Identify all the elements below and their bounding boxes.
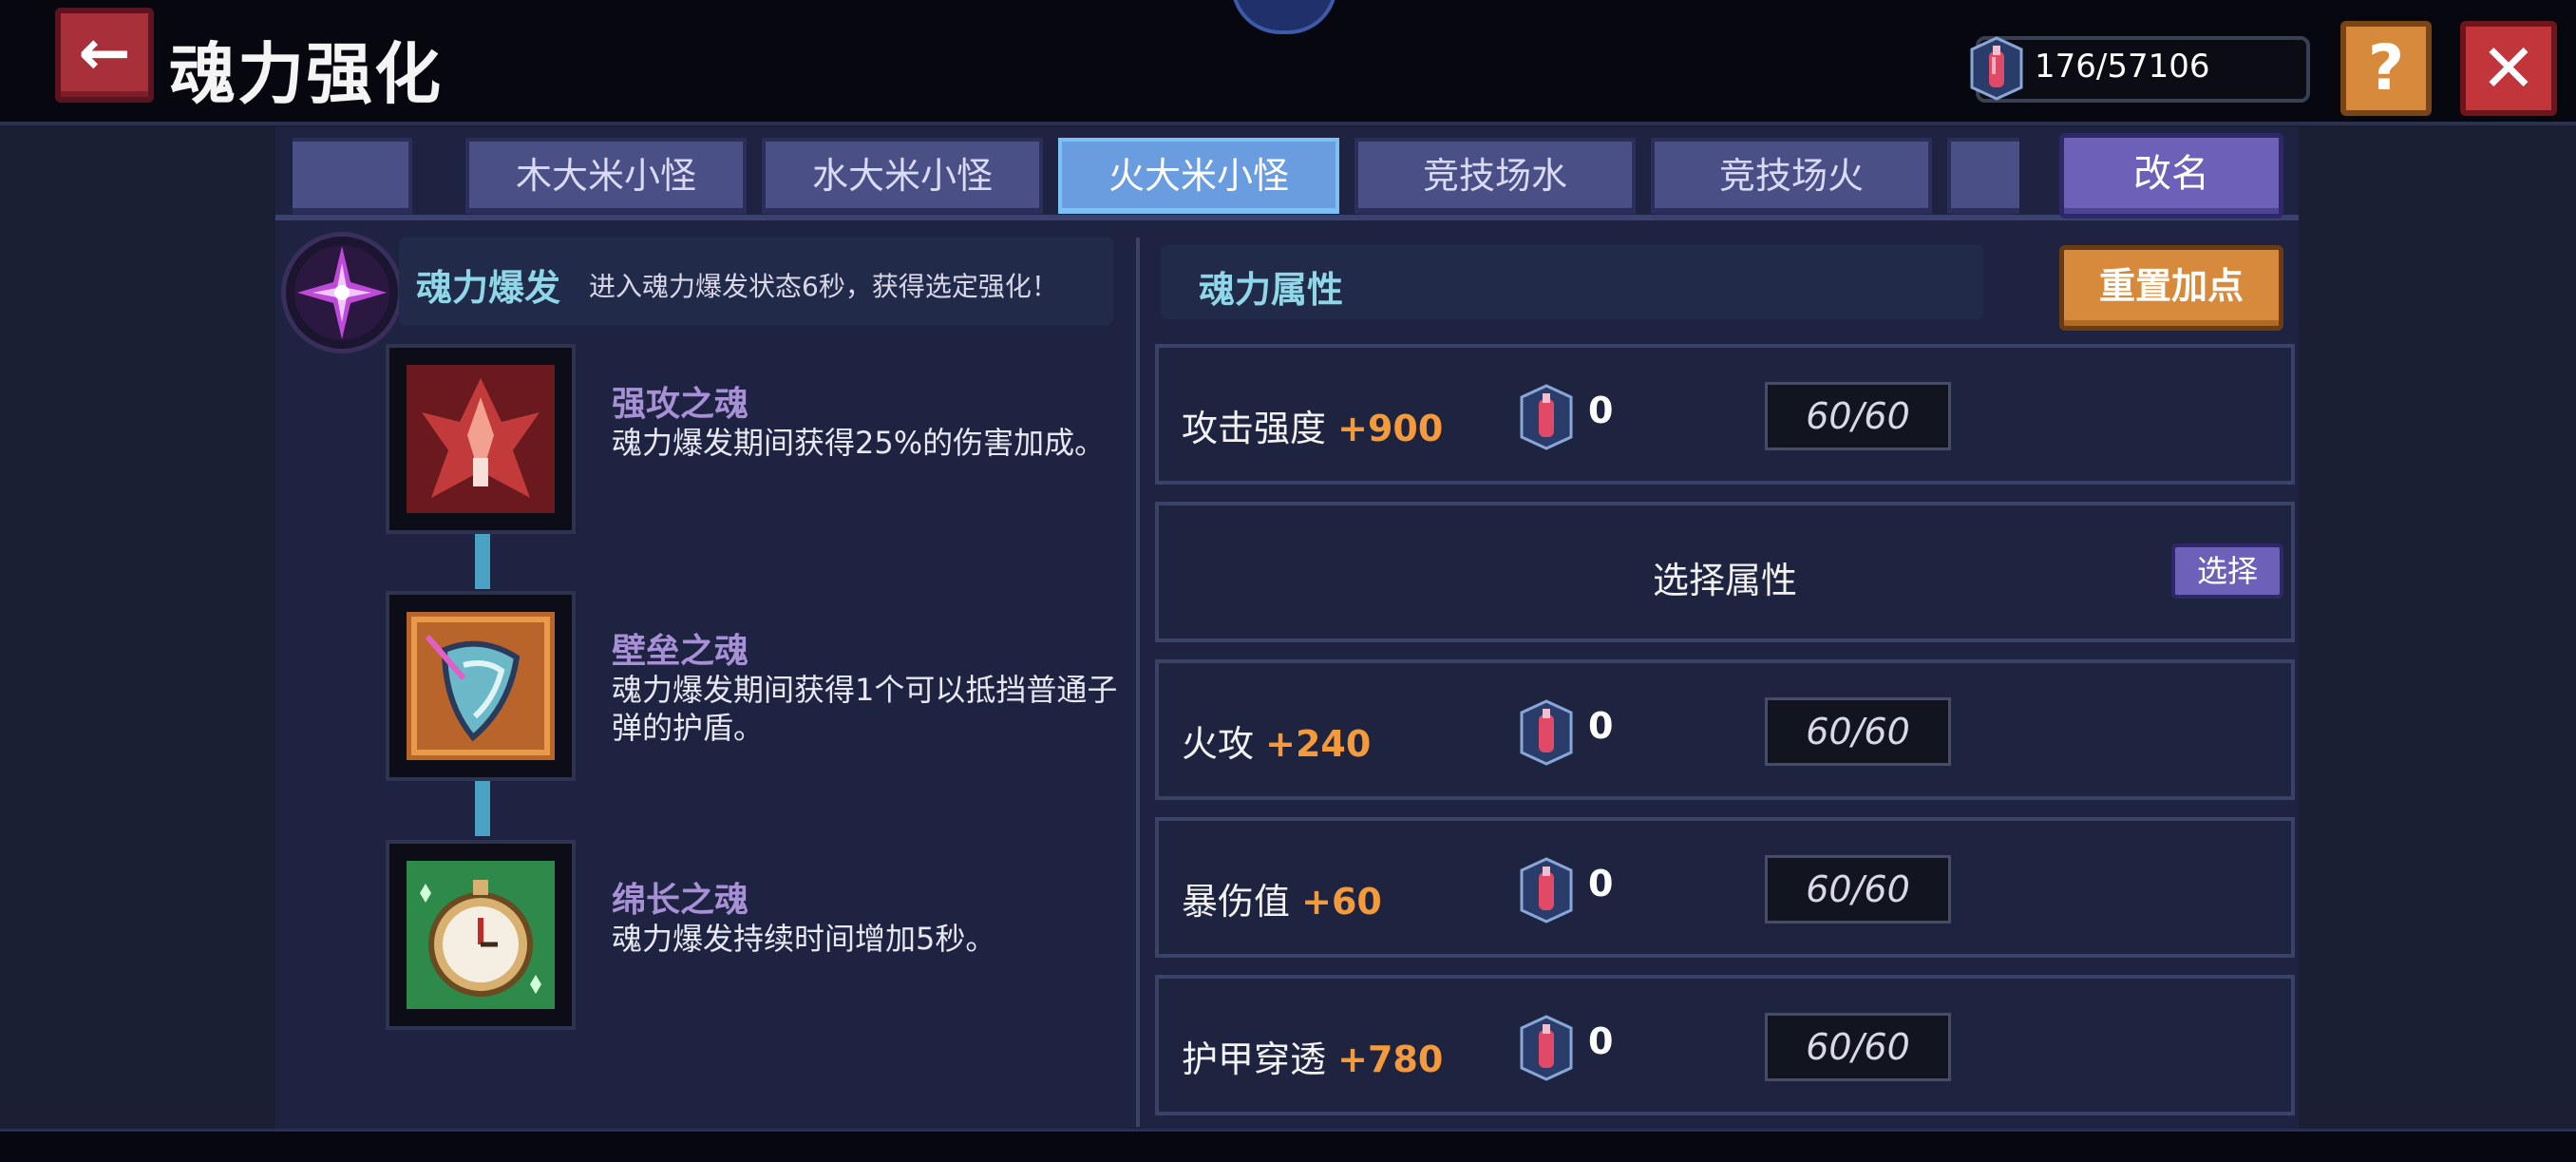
tab-arena-water[interactable]: 竞技场水	[1354, 138, 1636, 214]
skill-description: 魂力爆发持续时间增加5秒。	[612, 921, 996, 957]
attribute-cap: 60/60	[1765, 697, 1951, 766]
attribute-bonus: +900	[1337, 408, 1444, 449]
back-button[interactable]: ←	[55, 8, 154, 103]
close-icon: ✕	[2480, 29, 2537, 107]
attribute-name: 暴伤值 +60	[1182, 881, 1382, 923]
close-button[interactable]: ✕	[2460, 21, 2557, 116]
attribute-bonus: +60	[1301, 881, 1382, 923]
attribute-name: 火攻 +240	[1182, 723, 1372, 765]
tab-loadout-3[interactable]: 3	[293, 138, 412, 214]
loadout-tabs: 3 木大米小怪 水大米小怪 火大米小怪 竞技场水 竞技场火	[293, 138, 2019, 219]
shield-soul-icon	[407, 612, 555, 760]
tab-arena-fire[interactable]: 竞技场火	[1651, 138, 1932, 214]
soul-burst-title: 魂力爆发	[416, 267, 561, 309]
soul-crystal-icon[interactable]	[1518, 857, 1575, 924]
tab-water-minion[interactable]: 水大米小怪	[762, 138, 1043, 214]
attribute-name: 护甲穿透 +780	[1182, 1038, 1444, 1080]
attribute-row-fire-attack: 火攻 +240 0 60/60	[1155, 659, 2295, 800]
attribute-cap: 60/60	[1765, 1013, 1951, 1081]
attribute-row-attack: 攻击强度 +900 0 60/60	[1155, 344, 2295, 485]
attribute-cap: 60/60	[1765, 382, 1951, 450]
soul-crystal-icon[interactable]	[1518, 1015, 1575, 1081]
attribute-row-armor-pen: 护甲穿透 +780 0 60/60	[1155, 975, 2295, 1115]
soul-crystal-icon[interactable]	[1518, 384, 1575, 450]
question-icon: ?	[2367, 31, 2405, 105]
attribute-bonus: +240	[1265, 723, 1372, 765]
attribute-cap: 60/60	[1765, 855, 1951, 924]
help-button[interactable]: ?	[2340, 21, 2432, 116]
page-title: 魂力强化	[169, 35, 443, 113]
attributes-title: 魂力属性	[1199, 269, 1344, 311]
allocated-count: 0	[1588, 1020, 1614, 1062]
soul-burst-description: 进入魂力爆发状态6秒，获得选定强化！	[589, 271, 1058, 302]
skill-endurance-soul[interactable]	[386, 840, 576, 1030]
reset-points-button[interactable]: 重置加点	[2059, 245, 2283, 331]
soul-crystal-icon[interactable]	[1518, 699, 1575, 766]
section-divider	[1136, 238, 1140, 1127]
stopwatch-soul-icon	[407, 861, 555, 1009]
skill-description: 魂力爆发期间获得25%的伤害加成。	[612, 425, 1106, 461]
select-attribute-label: 选择属性	[1652, 560, 1797, 601]
skill-power-soul[interactable]	[386, 344, 576, 534]
tabs-divider	[275, 215, 2299, 220]
tab-fire-minion[interactable]: 火大米小怪	[1058, 138, 1339, 214]
allocated-count: 0	[1588, 705, 1614, 747]
attribute-name: 攻击强度 +900	[1182, 408, 1444, 449]
tab-next-partial[interactable]	[1947, 138, 2019, 214]
back-arrow-icon: ←	[78, 16, 131, 89]
soul-crystal-icon	[1970, 36, 2023, 101]
power-soul-icon	[407, 365, 555, 513]
soul-burst-icon	[281, 232, 403, 353]
skill-name: 壁垒之魂	[612, 632, 749, 671]
allocated-count: 0	[1588, 390, 1614, 431]
skill-connector	[475, 534, 490, 589]
allocated-count: 0	[1588, 863, 1614, 905]
bottom-bar	[0, 1129, 2576, 1162]
select-button[interactable]: 选择	[2171, 543, 2283, 599]
attribute-bonus: +780	[1337, 1038, 1444, 1080]
attribute-row-crit-damage: 暴伤值 +60 0 60/60	[1155, 817, 2295, 958]
skill-connector	[475, 781, 490, 836]
tab-wood-minion[interactable]: 木大米小怪	[465, 138, 747, 214]
skill-bulwark-soul[interactable]	[386, 591, 576, 781]
rename-button[interactable]: 改名	[2059, 133, 2283, 219]
skill-description: 魂力爆发期间获得1个可以抵挡普通子弹的护盾。	[612, 672, 1118, 746]
skill-name: 绵长之魂	[612, 881, 749, 920]
skill-name: 强攻之魂	[612, 385, 749, 424]
currency-value: 176/57106	[2035, 48, 2210, 86]
attribute-row-select[interactable]: 选择属性 选择	[1155, 502, 2295, 642]
